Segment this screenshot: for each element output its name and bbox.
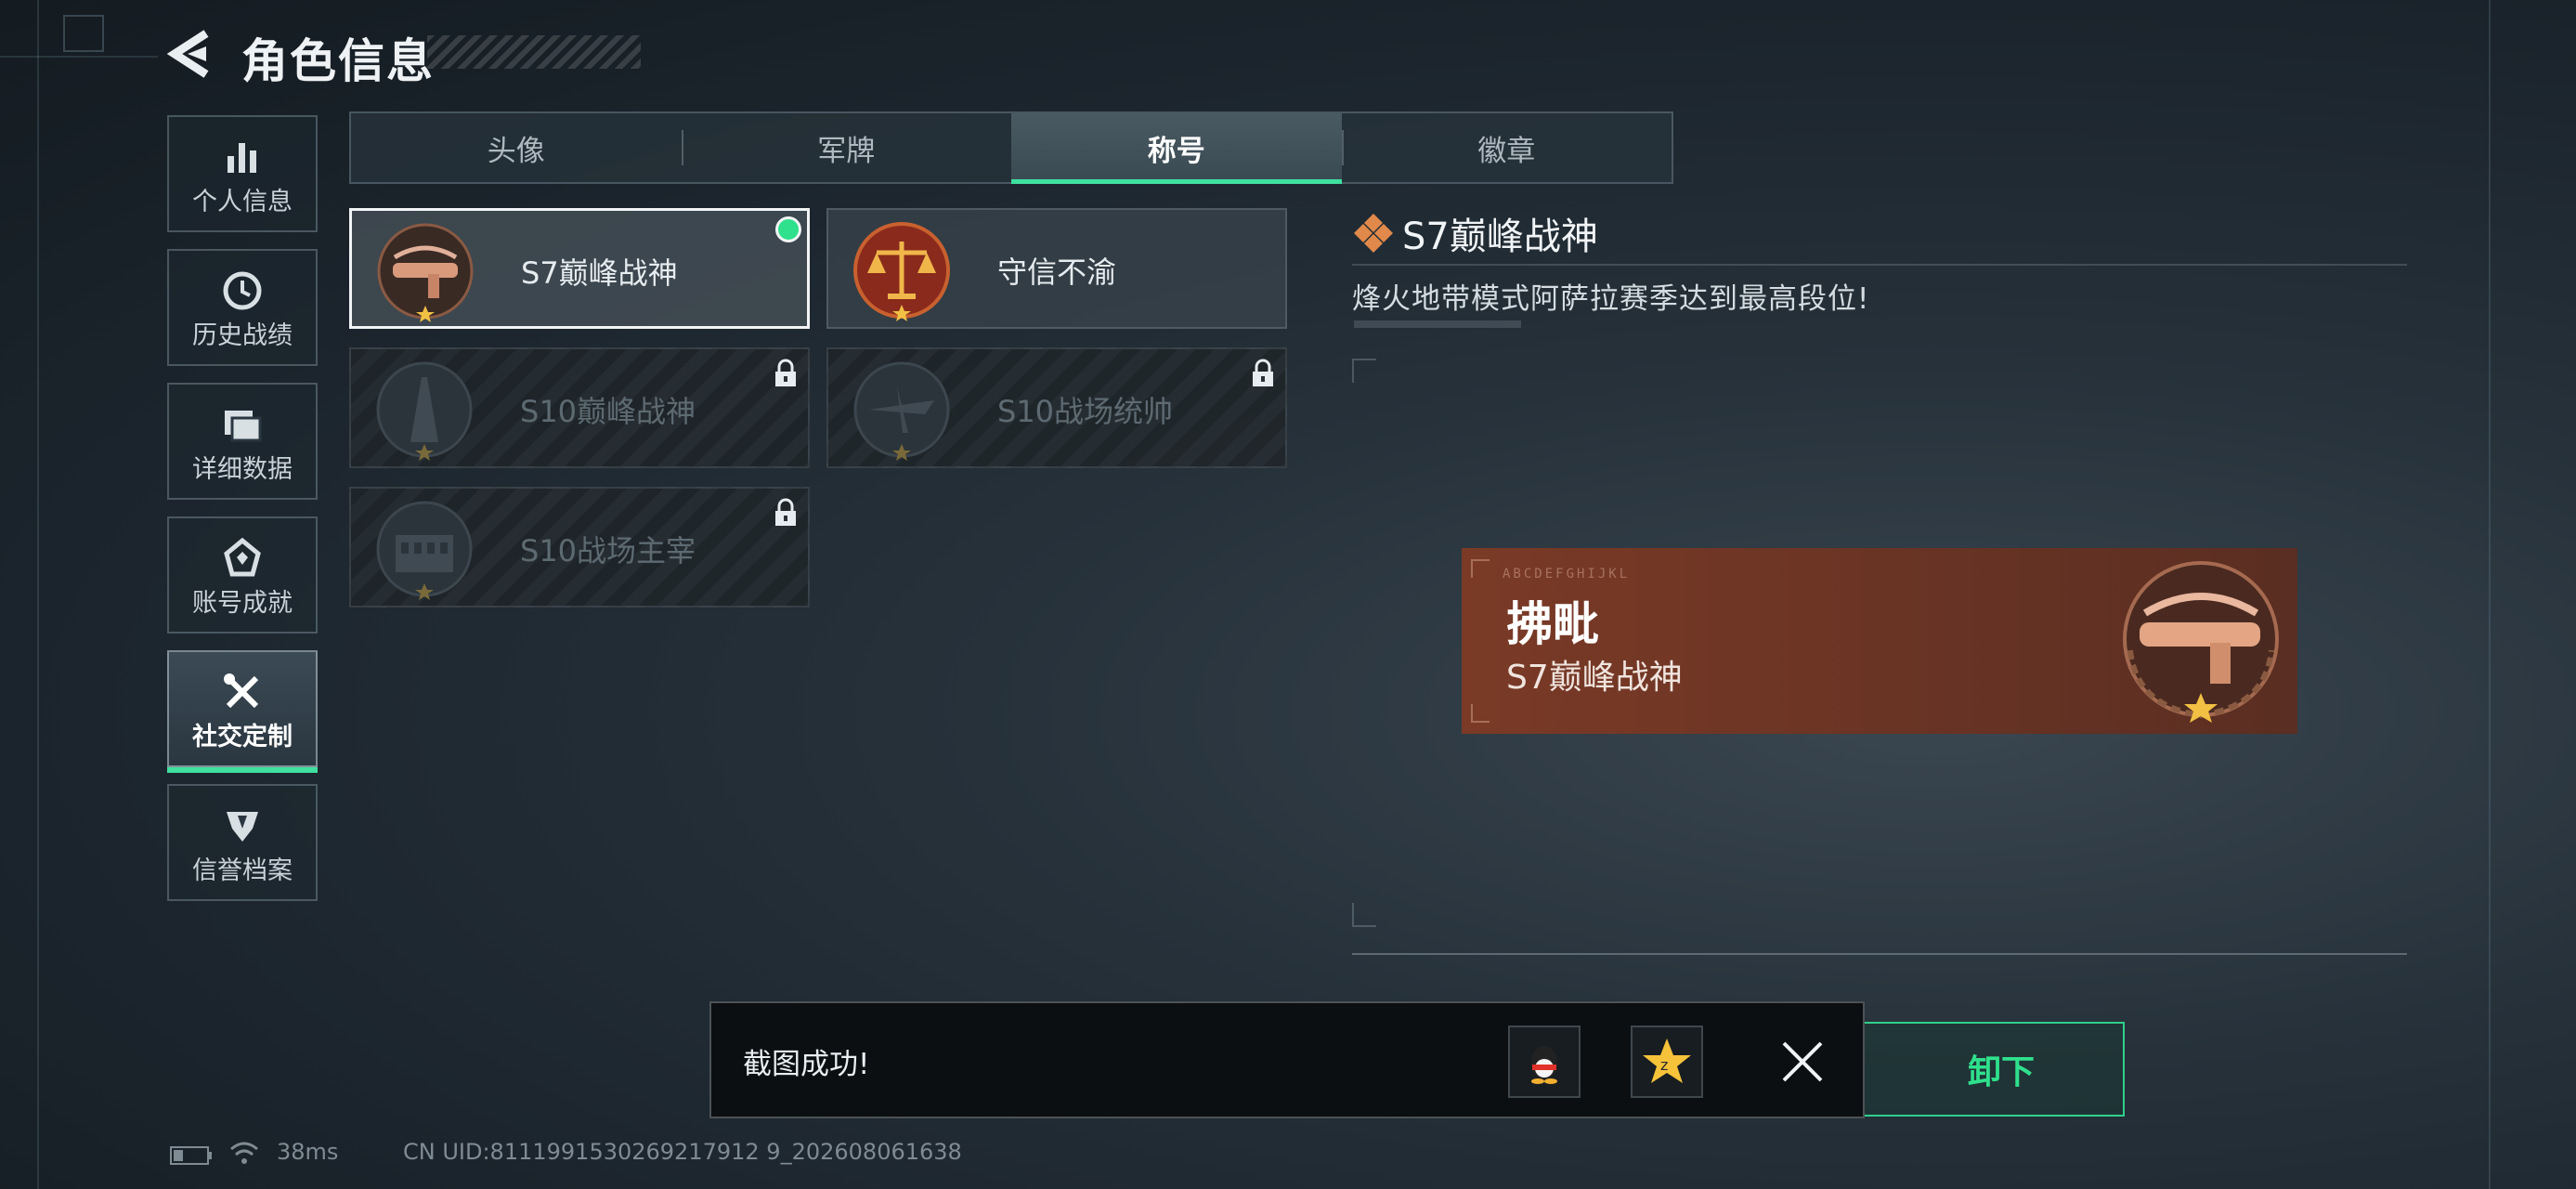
sidebar-item-label: 详细数据	[192, 455, 293, 484]
tools-icon	[224, 673, 259, 709]
tab-military-tag[interactable]: 军牌	[681, 113, 1012, 182]
corner-square	[63, 15, 104, 52]
qq-icon	[1531, 1046, 1557, 1084]
sidebar-item-social[interactable]: 社交定制	[167, 650, 318, 773]
detail-description: 烽火地带模式阿萨拉赛季达到最高段位!	[1352, 282, 1870, 316]
title-diamond-icon	[1354, 214, 1393, 253]
folder-icon	[225, 411, 262, 442]
banner-player-name: 拂毗	[1506, 597, 1599, 651]
sidebar-item-label: 个人信息	[192, 188, 293, 216]
equipped-indicator	[775, 216, 801, 242]
sidebar-item-label: 账号成就	[192, 589, 293, 618]
detail-title: S7巅峰战神	[1402, 216, 1598, 258]
banner-corner	[1471, 704, 1490, 723]
title-card-name: S7巅峰战神	[521, 255, 678, 291]
title-card-s7-peak[interactable]: S7巅峰战神	[349, 208, 810, 329]
frame-corner	[1352, 359, 1376, 383]
title-stripe	[427, 35, 641, 69]
bar-chart-icon	[228, 143, 256, 173]
sidebar-item-label: 历史战绩	[192, 321, 293, 350]
share-qzone-button[interactable]: z	[1631, 1026, 1703, 1098]
banner-corner	[1471, 559, 1490, 578]
colosseum-emblem-icon	[376, 501, 473, 600]
sidebar-item-label: 社交定制	[192, 723, 293, 751]
bg-line	[2489, 0, 2491, 1189]
lock-icon	[775, 359, 796, 386]
svg-text:z: z	[1660, 1056, 1668, 1074]
title-card-s10-peak[interactable]: S10巅峰战神	[349, 347, 810, 468]
screenshot-toast: 截图成功! z	[709, 1001, 1865, 1118]
lock-icon	[1253, 359, 1273, 386]
scales-emblem-icon	[853, 222, 950, 321]
achievement-icon	[224, 537, 261, 577]
sidebar-item-profile[interactable]: 个人信息	[167, 115, 318, 232]
sidebar-item-achievements[interactable]: 账号成就	[167, 516, 318, 634]
banner-title: S7巅峰战神	[1506, 659, 1683, 697]
title-banner-preview: ABCDEFGHIJKL 拂毗 S7巅峰战神	[1462, 548, 2297, 734]
share-qq-button[interactable]	[1508, 1026, 1581, 1098]
battery-icon	[170, 1146, 212, 1165]
title-card-name: S10巅峰战神	[520, 394, 696, 429]
tower-emblem-icon	[376, 361, 473, 461]
clock-icon	[223, 271, 262, 310]
detail-bottom-line	[1352, 953, 2407, 955]
bg-line	[37, 0, 39, 1189]
title-card-name: S10战场主宰	[520, 533, 696, 568]
title-card-s10-dominator[interactable]: S10战场主宰	[349, 487, 810, 608]
frame-corner	[1352, 903, 1376, 927]
detail-decor-bar	[1354, 320, 1521, 328]
qzone-star-icon: z	[1643, 1039, 1691, 1083]
shield-icon	[227, 812, 258, 842]
tab-avatar[interactable]: 头像	[351, 113, 682, 182]
aircraft-emblem-icon	[853, 361, 950, 461]
sidebar-item-credit[interactable]: 信誉档案	[167, 784, 318, 901]
tab-badge[interactable]: 徽章	[1341, 113, 1672, 182]
lock-icon	[775, 498, 796, 526]
sidebar-item-details[interactable]: 详细数据	[167, 383, 318, 500]
tab-bar: 头像 军牌 称号 徽章	[349, 111, 1673, 184]
wifi-icon	[230, 1142, 258, 1164]
banner-code-text: ABCDEFGHIJKL	[1503, 567, 1631, 581]
title-card-name: S10战场统帅	[997, 394, 1174, 429]
title-card-name: 守信不渝	[997, 255, 1117, 290]
sidebar-item-history[interactable]: 历史战绩	[167, 249, 318, 366]
bg-line	[0, 56, 158, 58]
back-arrow-icon[interactable]	[165, 28, 214, 80]
crossbow-emblem-icon	[2123, 561, 2279, 723]
title-card-s10-commander[interactable]: S10战场统帅	[826, 347, 1287, 468]
toast-message: 截图成功!	[743, 1048, 870, 1081]
page-title: 角色信息	[241, 34, 435, 88]
uid-text: CN UID:8111991530269217912 9_20260806163…	[403, 1139, 962, 1165]
detail-divider	[1352, 264, 2407, 266]
title-card-trustworthy[interactable]: 守信不渝	[826, 208, 1287, 329]
close-icon[interactable]	[1779, 1039, 1826, 1085]
crossbow-emblem-icon	[377, 223, 474, 322]
sidebar-item-label: 信誉档案	[192, 856, 293, 885]
tab-title[interactable]: 称号	[1011, 113, 1342, 184]
ping-text: 38ms	[277, 1139, 339, 1165]
unload-label: 卸下	[1967, 1053, 2035, 1091]
